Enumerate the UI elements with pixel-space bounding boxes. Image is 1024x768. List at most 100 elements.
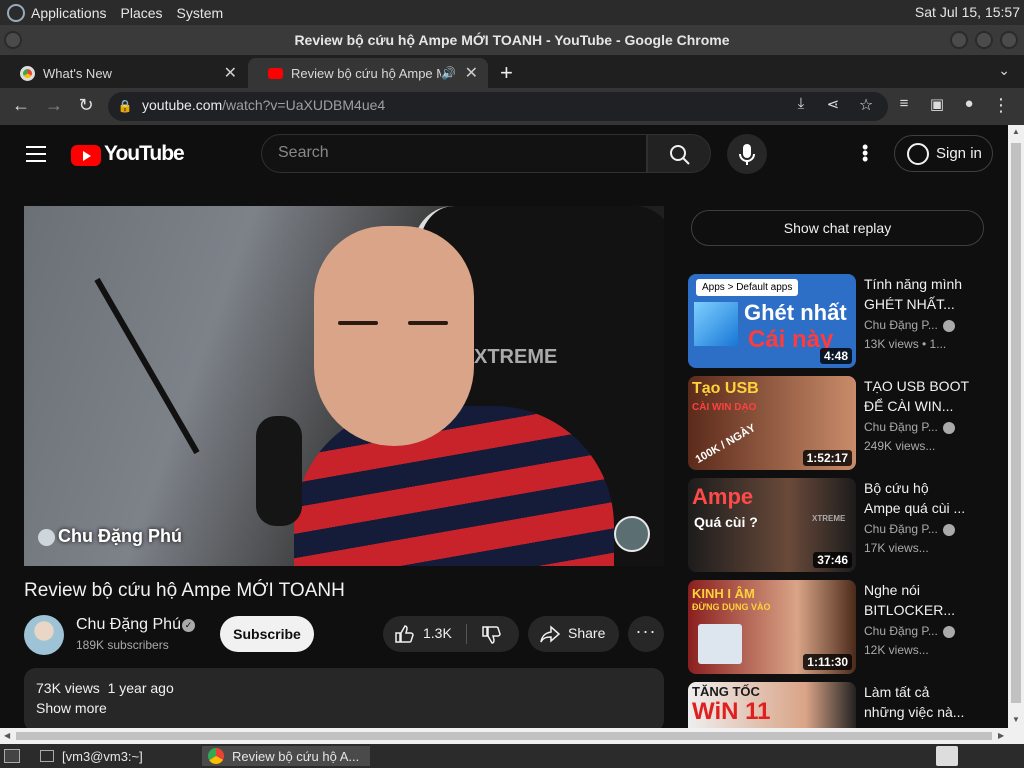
- video-duration: 4:48: [819, 348, 852, 364]
- minimize-icon[interactable]: [950, 31, 968, 49]
- taskbar: [vm3@vm3:~] Review bộ cứu hộ A...: [0, 744, 1024, 768]
- youtube-page: YouTube Search • • • Sign in XTREME Chu Đặ…: [0, 125, 1008, 728]
- menu-applications[interactable]: Applications: [31, 5, 107, 21]
- distro-logo-icon[interactable]: [7, 3, 25, 22]
- share-page-icon[interactable]: ⋖: [822, 95, 844, 113]
- tab-youtube-video[interactable]: Review bộ cứu hộ Ampe M 🔊 ✕: [248, 58, 488, 88]
- description-box[interactable]: 73K views 1 year ago Show more: [24, 668, 664, 728]
- channel-name[interactable]: Chu Đặng P...: [864, 420, 938, 434]
- reload-icon[interactable]: ↻: [75, 95, 97, 116]
- scroll-right-icon[interactable]: ▶: [998, 731, 1004, 740]
- youtube-favicon-icon: [268, 67, 283, 79]
- channel-avatar[interactable]: [24, 615, 64, 655]
- url-text[interactable]: youtube.com/watch?v=UaXUDBM4ue4: [142, 97, 385, 113]
- sign-in-button[interactable]: Sign in: [894, 135, 993, 172]
- close-tab-icon[interactable]: ✕: [224, 63, 237, 83]
- subscribe-button[interactable]: Subscribe: [220, 616, 314, 652]
- lock-icon[interactable]: 🔒: [114, 99, 136, 113]
- guide-menu-icon[interactable]: [26, 146, 46, 162]
- thumbnail-text: CÀI WIN DẠO: [692, 402, 757, 413]
- show-desktop-icon[interactable]: [4, 749, 20, 763]
- scrollbar-thumb[interactable]: [16, 732, 992, 740]
- channel-name[interactable]: Chu Đặng P...: [864, 318, 938, 332]
- taskbar-item-terminal[interactable]: [vm3@vm3:~]: [34, 746, 200, 766]
- forward-icon[interactable]: →: [43, 95, 65, 116]
- caption-avatar: [38, 529, 55, 546]
- tab-whats-new[interactable]: What's New ✕: [0, 58, 247, 88]
- recommended-video[interactable]: Tạo USB CÀI WIN DẠO 100K / NGÀY 1:52:17 …: [688, 376, 988, 470]
- scroll-up-icon[interactable]: ▲: [1012, 127, 1020, 136]
- chrome-favicon-icon: [20, 65, 35, 81]
- tab-search-chevron-icon[interactable]: ⌄: [998, 62, 1010, 79]
- recommended-video[interactable]: TĂNG TỐC WiN 11 Làm tất cả những việc nà.…: [688, 682, 988, 728]
- video-thumbnail[interactable]: TĂNG TỐC WiN 11: [688, 682, 856, 728]
- share-label: Share: [568, 625, 606, 641]
- channel-watermark[interactable]: [614, 516, 650, 552]
- youtube-logo-text[interactable]: YouTube: [104, 142, 185, 166]
- new-tab-button[interactable]: +: [500, 60, 513, 86]
- windows-logo-icon: [694, 302, 738, 346]
- video-title[interactable]: Nghe nói BITLOCKER...: [864, 580, 974, 620]
- thumbs-up-icon[interactable]: [393, 623, 415, 645]
- install-app-icon[interactable]: ⤓: [790, 95, 812, 112]
- close-tab-icon[interactable]: ✕: [465, 63, 478, 83]
- media-controls-icon[interactable]: ≡: [893, 95, 915, 112]
- url-host: youtube.com: [142, 97, 223, 113]
- verified-check-icon: [943, 524, 955, 536]
- recommended-video[interactable]: KINH I ÂM ĐỪNG DỤNG VÀO 1:11:30 Nghe nói…: [688, 580, 988, 674]
- recommended-video[interactable]: Apps > Default apps Ghét nhất Cái này 4:…: [688, 274, 988, 368]
- video-meta: 17K views...: [864, 541, 929, 555]
- scroll-left-icon[interactable]: ◀: [4, 731, 10, 740]
- video-player[interactable]: XTREME Chu Đặng Phú: [24, 206, 664, 566]
- back-icon[interactable]: ←: [10, 95, 32, 116]
- terminal-icon: [40, 750, 54, 762]
- youtube-logo-icon[interactable]: [71, 145, 101, 166]
- video-thumbnail[interactable]: Tạo USB CÀI WIN DẠO 100K / NGÀY 1:52:17: [688, 376, 856, 470]
- search-icon: [670, 145, 690, 165]
- share-button[interactable]: Share: [528, 616, 619, 652]
- bookmark-star-icon[interactable]: ☆: [855, 95, 877, 115]
- window-menu-icon[interactable]: [4, 31, 22, 49]
- video-thumbnail[interactable]: KINH I ÂM ĐỪNG DỤNG VÀO 1:11:30: [688, 580, 856, 674]
- maximize-icon[interactable]: [975, 31, 993, 49]
- tray-chrome-icon[interactable]: [936, 746, 958, 766]
- scrollbar-thumb[interactable]: [1011, 143, 1021, 703]
- microphone-icon: [739, 144, 755, 165]
- voice-search-button[interactable]: [727, 134, 767, 174]
- video-title[interactable]: Bộ cứu hộ Ampe quá cùi ...: [864, 478, 974, 518]
- video-overlay-caption: Chu Đặng Phú: [58, 526, 182, 546]
- thumbnail-text: WiN 11: [692, 698, 771, 725]
- channel-name[interactable]: Chu Đặng P...: [864, 522, 938, 536]
- menu-places[interactable]: Places: [121, 5, 163, 21]
- clock[interactable]: Sat Jul 15, 15:57: [915, 4, 1020, 20]
- like-count[interactable]: 1.3K: [423, 625, 452, 641]
- upload-age: 1 year ago: [107, 680, 174, 696]
- close-window-icon[interactable]: [1000, 31, 1018, 49]
- video-thumbnail[interactable]: Ampe Quá cùi ? XTREME 37:46: [688, 478, 856, 572]
- taskbar-item-chrome[interactable]: Review bộ cứu hộ A...: [202, 746, 370, 766]
- search-button[interactable]: [647, 134, 711, 173]
- profile-icon[interactable]: ●: [958, 95, 980, 112]
- channel-name[interactable]: Chu Đặng Phú: [76, 616, 181, 634]
- more-actions-button[interactable]: ···: [628, 616, 664, 652]
- menu-system[interactable]: System: [177, 5, 224, 21]
- side-panel-icon[interactable]: ▣: [926, 95, 948, 113]
- recommended-video[interactable]: Ampe Quá cùi ? XTREME 37:46 Bộ cứu hộ Amp…: [688, 478, 988, 572]
- window-titlebar[interactable]: Review bộ cứu hộ Ampe MỚI TOANH - YouTub…: [0, 25, 1024, 55]
- video-title[interactable]: Làm tất cả những việc nà...: [864, 682, 974, 722]
- video-thumbnail[interactable]: Apps > Default apps Ghét nhất Cái này 4:…: [688, 274, 856, 368]
- search-input[interactable]: Search: [261, 134, 647, 173]
- scroll-down-icon[interactable]: ▼: [1012, 715, 1020, 724]
- video-title[interactable]: Tính năng mình GHÉT NHẤT...: [864, 274, 974, 314]
- channel-name[interactable]: Chu Đặng P...: [864, 624, 938, 638]
- settings-more-icon[interactable]: • • •: [862, 138, 870, 168]
- verified-check-icon: [943, 626, 955, 638]
- horizontal-scrollbar[interactable]: ◀ ▶: [0, 728, 1024, 744]
- chrome-menu-icon[interactable]: ⋮: [990, 95, 1012, 116]
- audio-playing-icon[interactable]: 🔊: [441, 66, 456, 80]
- show-chat-replay-button[interactable]: Show chat replay: [691, 210, 984, 246]
- show-more-link[interactable]: Show more: [36, 700, 652, 716]
- vertical-scrollbar[interactable]: ▲ ▼: [1008, 125, 1024, 728]
- video-title[interactable]: TẠO USB BOOT ĐỂ CÀI WIN...: [864, 376, 974, 416]
- thumbs-down-icon[interactable]: [480, 624, 502, 646]
